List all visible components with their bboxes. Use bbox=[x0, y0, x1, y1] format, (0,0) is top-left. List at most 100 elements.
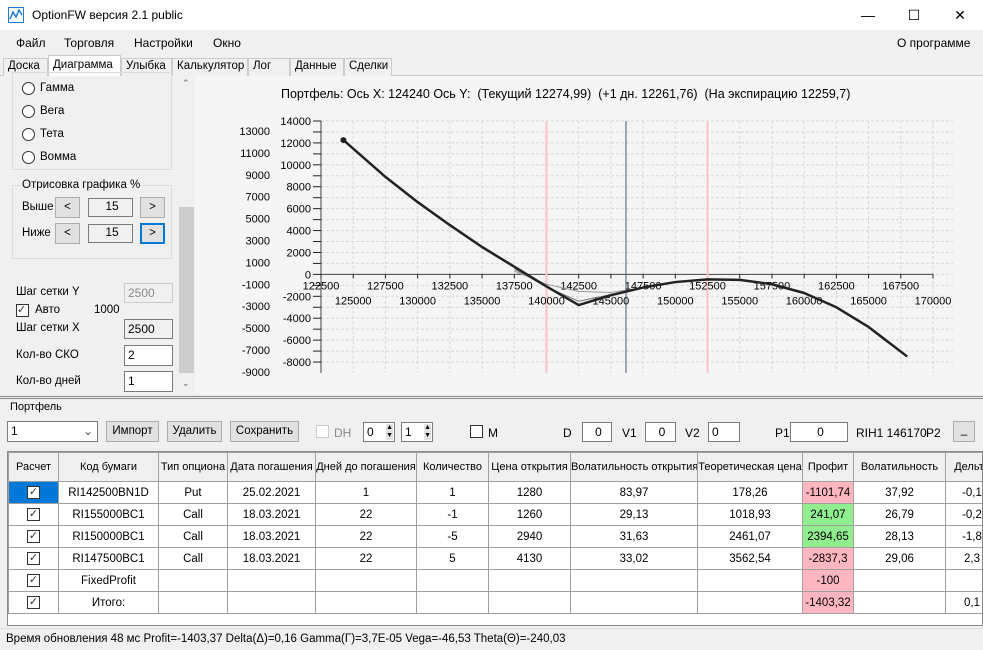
cell-theor[interactable]: 3562,54 bbox=[697, 547, 803, 570]
dh-checkbox[interactable] bbox=[316, 425, 329, 438]
menu-trade[interactable]: Торговля bbox=[64, 36, 114, 50]
cell-code[interactable]: FixedProfit bbox=[58, 569, 159, 592]
cell-theor[interactable]: 1018,93 bbox=[697, 503, 803, 526]
cell-type[interactable] bbox=[158, 591, 228, 614]
column-header[interactable]: Дней до погашения bbox=[315, 452, 417, 482]
grid-y-input[interactable]: 2500 bbox=[124, 283, 173, 303]
maximize-button[interactable]: ☐ bbox=[891, 0, 937, 30]
scroll-up-icon[interactable]: ⌃ bbox=[182, 78, 190, 89]
cell-qty[interactable] bbox=[416, 569, 489, 592]
cell-qty[interactable] bbox=[416, 591, 489, 614]
cell-qty[interactable]: -5 bbox=[416, 525, 489, 548]
cell-type[interactable]: Call bbox=[158, 547, 228, 570]
column-header[interactable]: Тип опциона bbox=[158, 452, 228, 482]
cell-days[interactable] bbox=[315, 591, 417, 614]
p2-button[interactable]: _ bbox=[953, 421, 975, 442]
cell-profit[interactable]: 241,07 bbox=[802, 503, 854, 526]
cell-profit[interactable]: -2837,3 bbox=[802, 547, 854, 570]
cell-delta[interactable]: 0,1 bbox=[945, 591, 982, 614]
calc-checkbox[interactable]: ✓ bbox=[27, 552, 40, 565]
menu-window[interactable]: Окно bbox=[213, 36, 241, 50]
table-row[interactable]: ✓ FixedProfit -100 bbox=[8, 569, 982, 592]
calc-checkbox-cell[interactable]: ✓ bbox=[8, 503, 59, 526]
cell-vol_open[interactable] bbox=[570, 591, 698, 614]
p1-input[interactable]: 0 bbox=[790, 422, 848, 442]
delete-button[interactable]: Удалить bbox=[167, 421, 222, 442]
left-panel-scrollbar[interactable]: ⌃ ⌄ bbox=[178, 76, 195, 394]
below-increase-button[interactable]: > bbox=[140, 223, 165, 244]
cell-date[interactable] bbox=[227, 591, 316, 614]
cell-price[interactable]: 1260 bbox=[488, 503, 571, 526]
column-header[interactable]: Дата погашения bbox=[227, 452, 316, 482]
spin1-input[interactable]: 0 ▲ ▼ bbox=[363, 422, 395, 442]
radio-vomma[interactable] bbox=[22, 151, 35, 164]
calc-checkbox-cell[interactable]: ✓ bbox=[8, 591, 59, 614]
column-header[interactable]: Волатильность открытия bbox=[570, 452, 698, 482]
calc-checkbox[interactable]: ✓ bbox=[27, 574, 40, 587]
cell-theor[interactable] bbox=[697, 591, 803, 614]
cell-code[interactable]: RI155000BC1 bbox=[58, 503, 159, 526]
table-row[interactable]: ✓ RI142500BN1D Put 25.02.2021 1 1 1280 83,97 178… bbox=[8, 481, 982, 504]
save-button[interactable]: Сохранить bbox=[230, 421, 299, 442]
cell-price[interactable]: 4130 bbox=[488, 547, 571, 570]
cell-delta[interactable]: -0,2 bbox=[945, 503, 982, 526]
close-button[interactable]: ✕ bbox=[937, 0, 983, 30]
grid-x-input[interactable]: 2500 bbox=[124, 319, 173, 339]
cell-theor[interactable] bbox=[697, 569, 803, 592]
cell-type[interactable]: Put bbox=[158, 481, 228, 504]
column-header[interactable]: Код бумаги bbox=[58, 452, 159, 482]
below-decrease-button[interactable]: < bbox=[55, 223, 80, 244]
cell-type[interactable] bbox=[158, 569, 228, 592]
cell-qty[interactable]: 1 bbox=[416, 481, 489, 504]
table-row[interactable]: ✓ RI155000BC1 Call 18.03.2021 22 -1 1260 29,13 1… bbox=[8, 503, 982, 526]
cell-type[interactable]: Call bbox=[158, 503, 228, 526]
cell-days[interactable]: 1 bbox=[315, 481, 417, 504]
column-header[interactable]: Количество bbox=[416, 452, 489, 482]
menu-about[interactable]: О программе bbox=[897, 36, 970, 50]
cell-delta[interactable]: -1,8 bbox=[945, 525, 982, 548]
cell-days[interactable]: 22 bbox=[315, 503, 417, 526]
cell-vol_open[interactable]: 31,63 bbox=[570, 525, 698, 548]
tab-deals[interactable]: Сделки bbox=[344, 58, 392, 76]
cell-date[interactable]: 18.03.2021 bbox=[227, 503, 316, 526]
calc-checkbox[interactable]: ✓ bbox=[27, 596, 40, 609]
column-header[interactable]: Профит bbox=[802, 452, 854, 482]
cell-code[interactable]: RI147500BC1 bbox=[58, 547, 159, 570]
cell-profit[interactable]: -100 bbox=[802, 569, 854, 592]
minimize-button[interactable]: — bbox=[845, 0, 891, 30]
tab-calculator[interactable]: Калькулятор bbox=[172, 58, 248, 76]
cell-vol_open[interactable]: 83,97 bbox=[570, 481, 698, 504]
above-increase-button[interactable]: > bbox=[140, 197, 165, 218]
cell-date[interactable]: 18.03.2021 bbox=[227, 525, 316, 548]
cell-price[interactable]: 1280 bbox=[488, 481, 571, 504]
auto-checkbox[interactable]: ✓ bbox=[16, 304, 29, 317]
tab-data[interactable]: Данные bbox=[290, 58, 344, 76]
column-header[interactable]: Волатильность bbox=[853, 452, 946, 482]
days-input[interactable]: 1 bbox=[124, 371, 173, 392]
cell-theor[interactable]: 2461,07 bbox=[697, 525, 803, 548]
cell-delta[interactable]: -0,1 bbox=[945, 481, 982, 504]
cell-qty[interactable]: -1 bbox=[416, 503, 489, 526]
radio-vega[interactable] bbox=[22, 105, 35, 118]
calc-checkbox[interactable]: ✓ bbox=[27, 486, 40, 499]
cell-vol[interactable] bbox=[853, 569, 946, 592]
cell-price[interactable] bbox=[488, 591, 571, 614]
cell-days[interactable] bbox=[315, 569, 417, 592]
calc-checkbox-cell[interactable]: ✓ bbox=[8, 547, 59, 570]
calc-checkbox-cell[interactable]: ✓ bbox=[8, 525, 59, 548]
cell-profit[interactable]: 2394,65 bbox=[802, 525, 854, 548]
cell-date[interactable]: 18.03.2021 bbox=[227, 547, 316, 570]
cell-vol_open[interactable] bbox=[570, 569, 698, 592]
sko-input[interactable]: 2 bbox=[124, 345, 173, 366]
cell-date[interactable] bbox=[227, 569, 316, 592]
calc-checkbox-cell[interactable]: ✓ bbox=[8, 481, 59, 504]
cell-theor[interactable]: 178,26 bbox=[697, 481, 803, 504]
cell-price[interactable]: 2940 bbox=[488, 525, 571, 548]
payoff-chart[interactable]: 14000120001000080006000400020000-2000-40… bbox=[195, 76, 983, 394]
cell-vol_open[interactable]: 33,02 bbox=[570, 547, 698, 570]
table-row[interactable]: ✓ Итого: -1403,32 0,1 bbox=[8, 591, 982, 614]
cell-days[interactable]: 22 bbox=[315, 547, 417, 570]
cell-vol[interactable] bbox=[853, 591, 946, 614]
above-decrease-button[interactable]: < bbox=[55, 197, 80, 218]
calc-checkbox[interactable]: ✓ bbox=[27, 508, 40, 521]
